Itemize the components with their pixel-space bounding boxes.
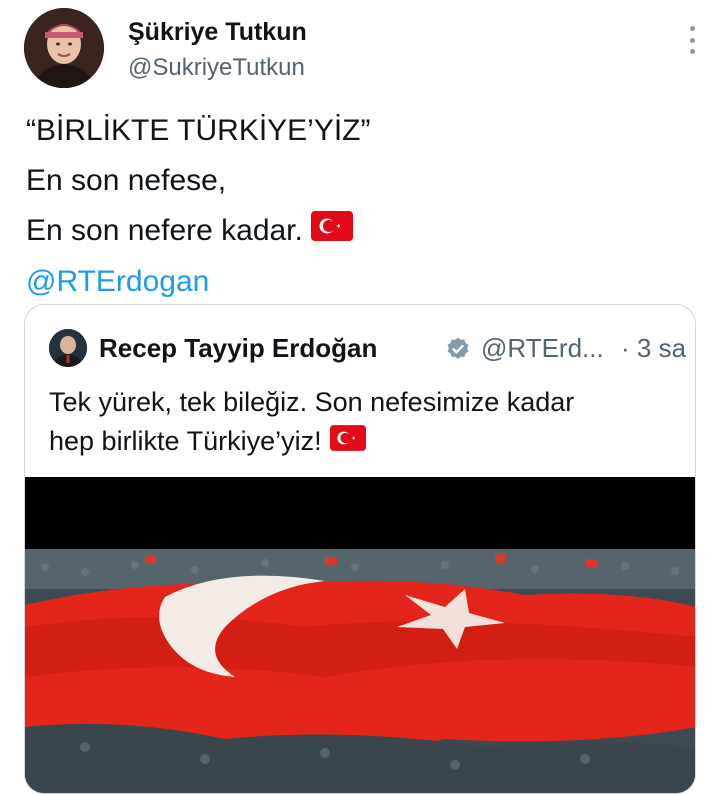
quoted-line-1: Tek yürek, tek bileğiz. Son nefesimize k… bbox=[49, 387, 575, 417]
verified-badge-icon bbox=[445, 336, 471, 367]
quoted-line-2-wrap: hep birlikte Türkiye’yiz! bbox=[49, 422, 679, 462]
tweet-text: “BİRLİKTE TÜRKİYE’YİZ” En son nefese, En… bbox=[26, 106, 696, 307]
quoted-author-handle: @RTErd... bbox=[481, 333, 604, 363]
dot bbox=[689, 37, 695, 43]
tweet-header: Şükriye Tutkun @SukriyeTutkun bbox=[24, 8, 704, 90]
quoted-author-name: Recep Tayyip Erdoğan bbox=[99, 333, 378, 363]
author-name[interactable]: Şükriye Tutkun bbox=[128, 18, 307, 47]
quoted-tweet-text: Tek yürek, tek bileğiz. Son nefesimize k… bbox=[49, 383, 679, 462]
author-avatar[interactable] bbox=[24, 8, 104, 88]
tweet-line-3-wrap: En son nefere kadar. bbox=[26, 206, 696, 257]
more-options-icon[interactable] bbox=[680, 22, 704, 58]
mention-link[interactable]: @RTErdogan bbox=[26, 257, 696, 307]
quoted-author-avatar bbox=[49, 329, 87, 367]
quoted-tweet-card[interactable]: Recep Tayyip Erdoğan @RTErd... · 3 sa Te… bbox=[24, 304, 696, 794]
author-handle[interactable]: @SukriyeTutkun bbox=[128, 54, 305, 82]
turkish-flag-icon bbox=[310, 207, 353, 257]
quoted-media-image[interactable] bbox=[25, 477, 695, 793]
quoted-tweet-header: Recep Tayyip Erdoğan @RTErd... · 3 sa bbox=[49, 327, 686, 367]
tweet-line-2: En son nefese, bbox=[26, 164, 227, 197]
tweet-line-1: “BİRLİKTE TÜRKİYE’YİZ” bbox=[26, 114, 371, 147]
dot bbox=[689, 26, 695, 31]
quoted-line-2: hep birlikte Türkiye’yiz! bbox=[49, 426, 322, 456]
dot bbox=[689, 49, 695, 54]
quoted-timestamp: · 3 sa bbox=[621, 333, 687, 363]
tweet-line-3: En son nefere kadar. bbox=[26, 214, 303, 247]
turkish-flag-icon bbox=[329, 423, 366, 462]
